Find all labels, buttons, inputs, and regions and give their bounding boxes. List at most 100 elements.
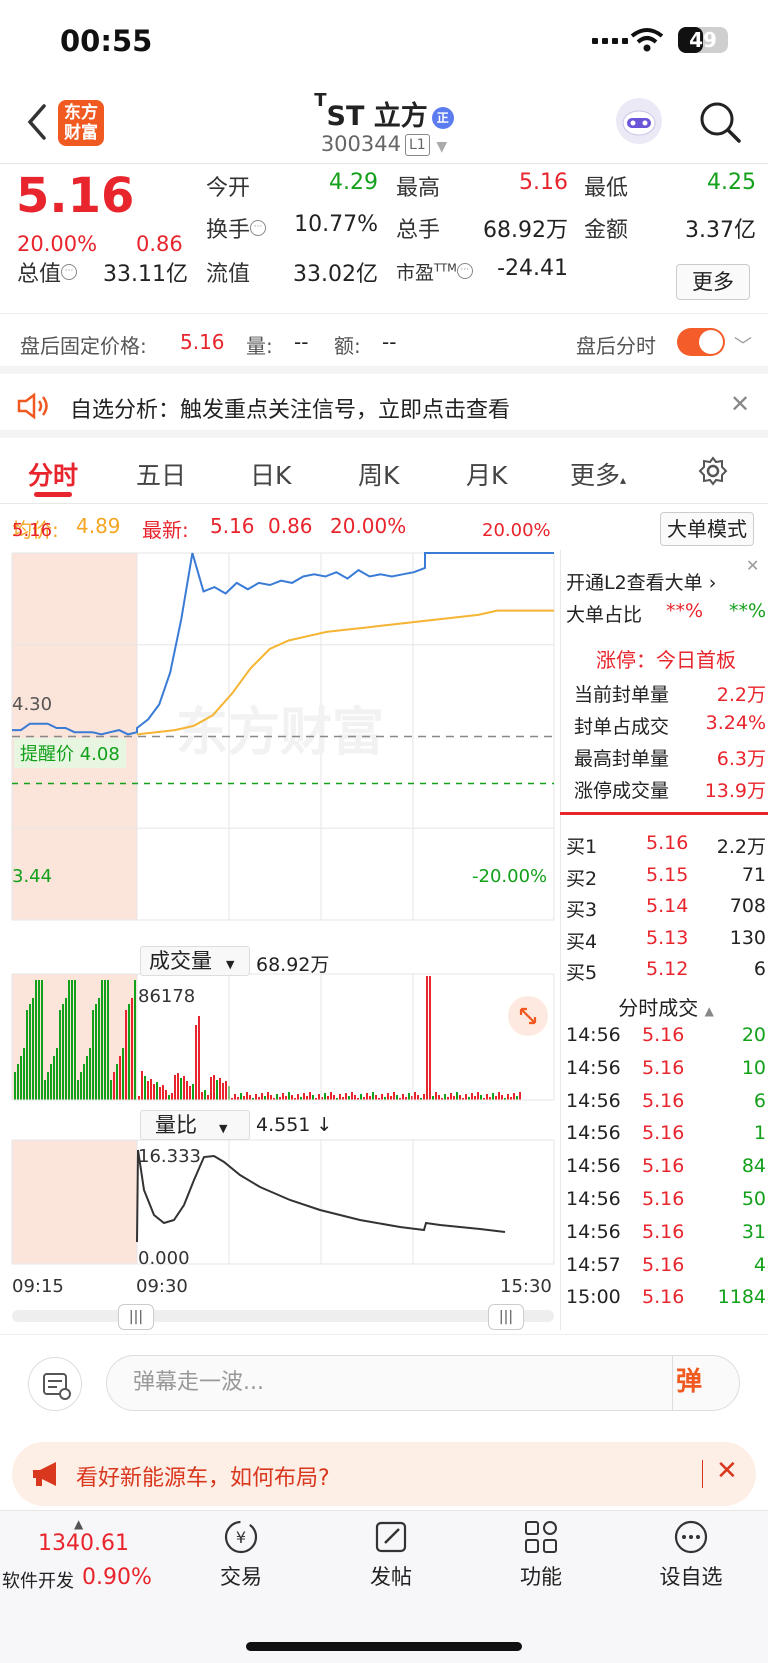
- caret-up-icon: ▲: [704, 1004, 714, 1018]
- sector-index-value[interactable]: 1340.61: [38, 1531, 129, 1556]
- timeshare-chart[interactable]: 东方财富: [0, 550, 560, 1310]
- volume-bar: [516, 1096, 518, 1100]
- chevron-down-icon[interactable]: ﹀: [734, 332, 752, 358]
- tabbar-functions[interactable]: 功能: [496, 1517, 586, 1591]
- bid-price: 5.12: [646, 958, 689, 980]
- volume-bar: [225, 1081, 227, 1100]
- range-handle-right[interactable]: |||: [488, 1304, 524, 1330]
- bid-volume: 6: [753, 958, 766, 980]
- volume-bar: [98, 998, 100, 1100]
- info-icon[interactable]: ···: [250, 219, 267, 236]
- volume-bar: [474, 1096, 476, 1100]
- tab-timeshare[interactable]: 分时: [28, 456, 78, 492]
- gear-icon[interactable]: [698, 456, 728, 486]
- volume-bar: [77, 1080, 79, 1100]
- volume-max: 86178: [138, 986, 196, 1007]
- tab-daily-k[interactable]: 日K: [250, 456, 291, 492]
- tick-row: 14:56 5.16 31: [566, 1221, 766, 1243]
- range-handle-left[interactable]: |||: [118, 1304, 154, 1330]
- volume-bar: [53, 1056, 55, 1100]
- tabbar-trade[interactable]: ¥ 交易: [196, 1517, 286, 1591]
- bid-price: 5.15: [646, 863, 689, 886]
- tab-five-day[interactable]: 五日: [136, 456, 186, 492]
- caret-icon: ▴: [620, 473, 627, 487]
- info-icon[interactable]: ···: [456, 262, 473, 279]
- volume-bar: [183, 1076, 185, 1100]
- tabbar-post[interactable]: 发帖: [346, 1517, 436, 1591]
- volume-bar: [131, 998, 133, 1100]
- volume-indicator-select[interactable]: 成交量 ▼: [140, 946, 250, 976]
- volume-bar: [264, 1096, 266, 1100]
- pe-label: 市盈TTM ···: [396, 258, 473, 285]
- more-quote-button[interactable]: 更多: [676, 264, 750, 300]
- alert-price-tag[interactable]: 提醒价 4.08: [14, 738, 126, 768]
- amount-label: 金额: [584, 218, 629, 243]
- danmu-input[interactable]: 弹幕走一波...: [106, 1355, 740, 1411]
- big-order-mode-button[interactable]: 大单模式: [660, 512, 754, 546]
- bid-row[interactable]: 买5 5.12 6: [566, 958, 766, 985]
- tab-weekly-k[interactable]: 周K: [358, 456, 399, 492]
- volume-bar: [324, 1093, 326, 1100]
- close-icon[interactable]: ✕: [730, 390, 750, 418]
- volume-bar: [354, 1095, 356, 1100]
- volume-bar: [261, 1093, 263, 1100]
- ratio-indicator-select[interactable]: 量比 ▼: [140, 1110, 250, 1140]
- l2-upsell-link[interactable]: 开通L2查看大单 ›: [566, 568, 766, 595]
- cellular-signal-icon: [592, 38, 628, 44]
- after-hours-price: 5.16: [180, 330, 225, 354]
- tick-volume: 50: [741, 1188, 766, 1210]
- volume-bar: [381, 1094, 383, 1100]
- tab-more[interactable]: 更多▴: [570, 456, 626, 492]
- time-range-scrollbar[interactable]: [12, 1310, 554, 1322]
- volume-bar: [14, 1072, 16, 1100]
- stock-header: 东方 财富 TST 立方正 300344 L1 ▼: [0, 88, 768, 164]
- volume-bar: [110, 1080, 112, 1100]
- ticks-title[interactable]: 分时成交 ▲: [566, 992, 766, 1021]
- stock-name-prefix: T: [314, 90, 327, 111]
- volume-bar: [432, 1096, 434, 1100]
- bid-label: 买5: [566, 962, 598, 984]
- volume-bar: [240, 1093, 242, 1100]
- close-icon[interactable]: ✕: [746, 556, 759, 575]
- signal-alert[interactable]: 自选分析：触发重点关注信号，立即点击查看 ✕: [0, 374, 768, 438]
- latest-pct: 20.00%: [330, 514, 407, 538]
- danmu-settings-icon[interactable]: [28, 1357, 82, 1411]
- volume-bar: [192, 1084, 194, 1100]
- volume-bar: [303, 1093, 305, 1100]
- tick-time: 14:56: [566, 1089, 621, 1112]
- volume-bar: [174, 1075, 176, 1100]
- megaphone-icon: [33, 1462, 56, 1486]
- volume-bar: [267, 1092, 269, 1100]
- bid-label: 买4: [566, 930, 598, 953]
- bid-row[interactable]: 买4 5.13 130: [566, 927, 766, 954]
- volume-bar: [38, 980, 40, 1100]
- volume-bar: [507, 1094, 509, 1100]
- promo-banner[interactable]: 看好新能源车，如何布局? ✕: [12, 1442, 756, 1506]
- sector-name[interactable]: 软件开发: [2, 1567, 74, 1593]
- tick-price: 5.16: [642, 1286, 685, 1309]
- volume-bar: [330, 1092, 332, 1100]
- tick-time: 14:56: [566, 1220, 621, 1243]
- volume-bar: [396, 1095, 398, 1100]
- level-badge: L1: [404, 134, 430, 156]
- volume-bar: [285, 1096, 287, 1100]
- volume-bar: [486, 1094, 488, 1100]
- bid-row[interactable]: 买1 5.16 2.2万: [566, 832, 766, 859]
- expand-icon[interactable]: [508, 996, 548, 1036]
- volume-bar: [59, 1010, 61, 1100]
- info-icon[interactable]: ···: [61, 263, 78, 280]
- close-icon[interactable]: ✕: [716, 1456, 738, 1486]
- danmu-send-button[interactable]: 弹: [676, 1361, 702, 1398]
- edit-icon: [375, 1521, 407, 1553]
- stock-code-text: 300344: [320, 132, 401, 156]
- volume-bar: [423, 1094, 425, 1100]
- tabbar-add-watchlist[interactable]: 设自选: [646, 1517, 736, 1591]
- bid-row[interactable]: 买3 5.14 708: [566, 895, 766, 922]
- search-icon[interactable]: [698, 100, 742, 144]
- bid-row[interactable]: 买2 5.15 71: [566, 864, 766, 891]
- tab-monthly-k[interactable]: 月K: [466, 456, 507, 492]
- chart-period-tabs: 分时 五日 日K 周K 月K 更多▴: [0, 438, 768, 504]
- after-hours-toggle[interactable]: [677, 328, 725, 356]
- volume-bar: [153, 1084, 155, 1100]
- robot-assistant-icon[interactable]: [616, 98, 662, 144]
